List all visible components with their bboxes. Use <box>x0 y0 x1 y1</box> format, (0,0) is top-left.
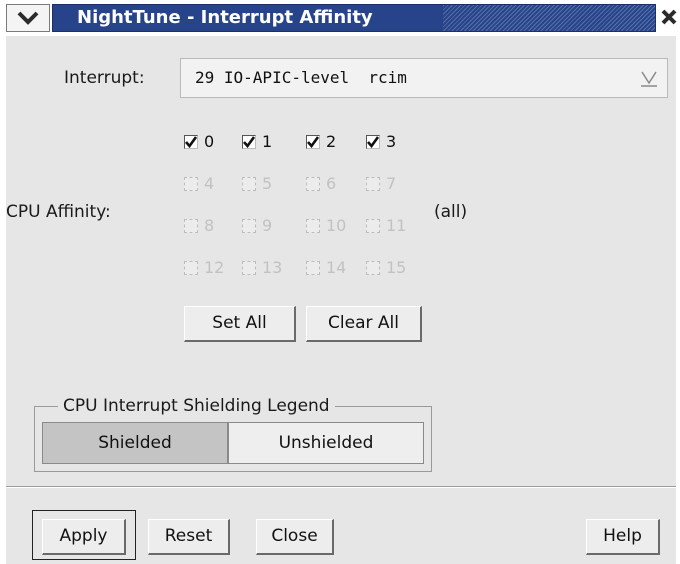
title-area: NightTune - Interrupt Affinity <box>52 4 656 32</box>
cpu-checkbox-label: 13 <box>262 258 283 277</box>
cpu-checkbox-label: 3 <box>386 132 397 151</box>
clear-all-button[interactable]: Clear All <box>306 306 422 342</box>
close-button[interactable]: Close <box>256 519 334 555</box>
checkbox-box <box>242 261 256 275</box>
cpu-checkbox-label: 15 <box>386 258 407 277</box>
interrupt-select[interactable]: 29 IO-APIC-level rcim <box>180 58 668 98</box>
title-bar: NightTune - Interrupt Affinity <box>0 0 680 36</box>
window-title: NightTune - Interrupt Affinity <box>77 7 373 28</box>
cpu-affinity-label: CPU Affinity: <box>6 202 111 222</box>
cpu-checkbox-label: 1 <box>262 132 273 151</box>
checkbox-box <box>306 177 320 191</box>
checkbox-box <box>184 219 198 233</box>
checkbox-box[interactable] <box>184 135 198 149</box>
checkbox-box <box>184 261 198 275</box>
legend-shielded: Shielded <box>42 422 228 464</box>
checkbox-box[interactable] <box>306 135 320 149</box>
cpu-checkbox-label: 9 <box>262 216 273 235</box>
cpu-checkbox-label: 10 <box>326 216 347 235</box>
checkbox-box <box>242 219 256 233</box>
cpu-checkbox-label: 4 <box>204 174 215 193</box>
checkbox-box <box>366 261 380 275</box>
checkbox-box <box>184 177 198 191</box>
checkbox-box <box>242 177 256 191</box>
set-all-button[interactable]: Set All <box>184 306 296 342</box>
chevron-down-icon <box>17 11 39 25</box>
reset-button[interactable]: Reset <box>148 519 230 555</box>
apply-button[interactable]: Apply <box>42 519 126 555</box>
checkmark-icon <box>307 136 319 148</box>
cpu-checkbox-label: 12 <box>204 258 225 277</box>
cpu-checkbox-label: 6 <box>326 174 337 193</box>
cpu-checkbox-label: 7 <box>386 174 397 193</box>
cpu-checkbox-label: 5 <box>262 174 273 193</box>
interrupt-affinity-window: NightTune - Interrupt Affinity Interrupt… <box>0 0 680 564</box>
interrupt-value: 29 IO-APIC-level rcim <box>195 68 407 87</box>
checkbox-box <box>366 177 380 191</box>
window-close-button[interactable] <box>658 6 680 30</box>
window-menu-button[interactable] <box>6 4 50 32</box>
checkbox-box[interactable] <box>242 135 256 149</box>
checkmark-icon <box>367 136 379 148</box>
legend-unshielded: Unshielded <box>228 422 424 464</box>
interrupt-label: Interrupt: <box>64 68 145 88</box>
cpu-checkbox-label: 0 <box>204 132 215 151</box>
dropdown-arrow-icon[interactable] <box>639 68 659 88</box>
shielding-legend-title: CPU Interrupt Shielding Legend <box>58 396 335 416</box>
cpu-checkbox-label: 14 <box>326 258 347 277</box>
checkbox-box <box>366 219 380 233</box>
checkmark-icon <box>243 136 255 148</box>
dialog-body: Interrupt: 29 IO-APIC-level rcim CPU Aff… <box>6 36 676 564</box>
checkmark-icon <box>185 136 197 148</box>
cpu-affinity-summary: (all) <box>434 202 468 222</box>
footer-separator <box>6 486 676 488</box>
close-icon <box>661 9 677 25</box>
checkbox-box <box>306 219 320 233</box>
checkbox-box[interactable] <box>366 135 380 149</box>
cpu-checkbox-label: 8 <box>204 216 215 235</box>
help-button[interactable]: Help <box>586 519 660 555</box>
cpu-checkbox-label: 11 <box>386 216 407 235</box>
checkbox-box <box>306 261 320 275</box>
cpu-checkbox-label: 2 <box>326 132 337 151</box>
